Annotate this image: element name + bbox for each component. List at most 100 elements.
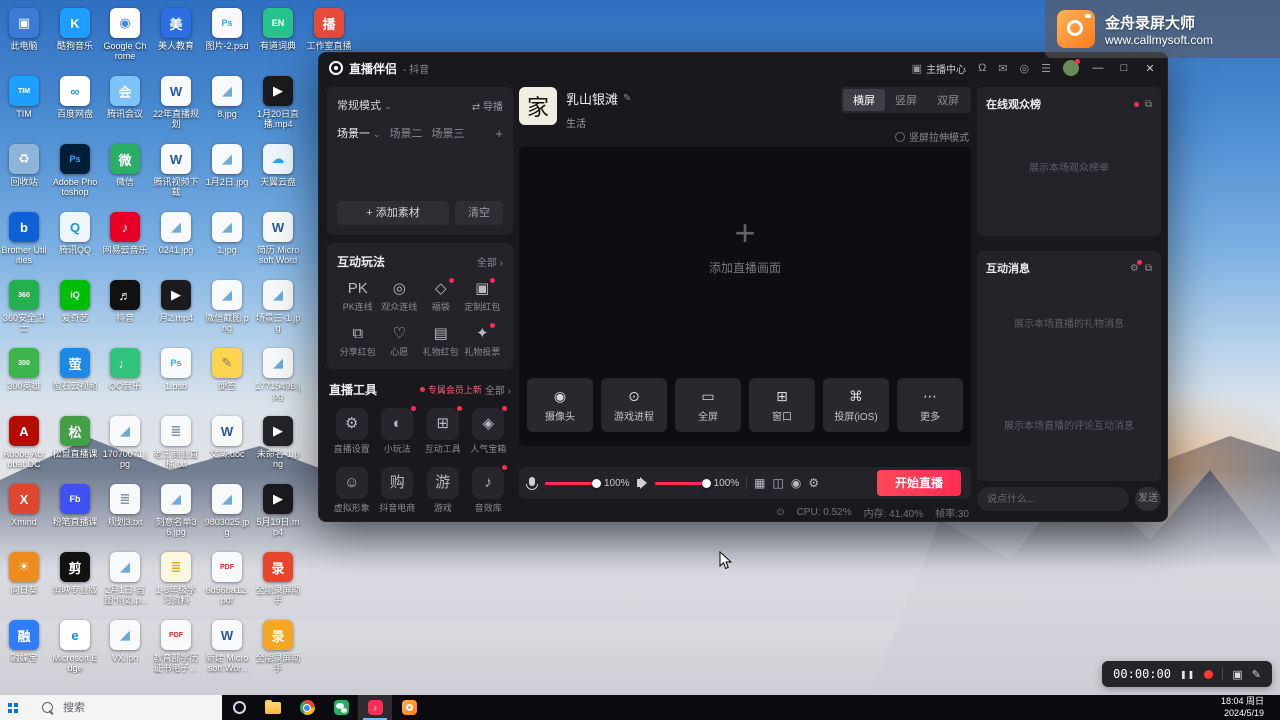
window-titlebar[interactable]: 直播伴侣 - 抖音 ▣主播中心 Ω ✉ ◎ ☰ — □ ✕ bbox=[319, 53, 1167, 83]
speaker-volume-slider[interactable] bbox=[655, 482, 707, 485]
desktop-icon[interactable]: ◢刻意名单36.jpg bbox=[153, 484, 199, 538]
desktop-icon[interactable]: 300300英雄 bbox=[1, 348, 47, 391]
speaker-icon[interactable] bbox=[637, 479, 641, 487]
desktop-icon[interactable]: ▶未命名-1.png bbox=[255, 416, 301, 470]
search-input[interactable] bbox=[61, 701, 185, 715]
desktop-icon[interactable]: ◢0241.jpg bbox=[153, 212, 199, 255]
interact-item[interactable]: ▣定制红包 bbox=[462, 280, 504, 313]
desktop-icon[interactable]: ♩QQ音乐 bbox=[102, 348, 148, 391]
chat-input[interactable] bbox=[977, 487, 1129, 511]
source-button[interactable]: ⊞窗口 bbox=[749, 378, 815, 432]
desktop-icon[interactable]: ∞百度网盘 bbox=[52, 76, 98, 119]
desktop-icon[interactable]: 播工作室直播 bbox=[306, 8, 352, 51]
desktop-icon[interactable]: ♬抖音 bbox=[102, 280, 148, 323]
desktop-icon[interactable]: ◢2月1日-首图卡(2).png bbox=[102, 552, 148, 606]
desktop-icon[interactable]: ▣此电脑 bbox=[1, 8, 47, 51]
desktop-icon[interactable]: 会腾讯会议 bbox=[102, 76, 148, 119]
desktop-icon[interactable]: 松松鼠直播课 bbox=[52, 416, 98, 459]
mic-volume-slider[interactable] bbox=[545, 482, 597, 485]
interact-all-link[interactable]: 全部 › bbox=[477, 254, 503, 269]
desktop-icon[interactable]: 萤萤石云视频 bbox=[52, 348, 98, 391]
taskbar-cortana[interactable] bbox=[222, 695, 256, 720]
send-button[interactable]: 发送 bbox=[1135, 487, 1161, 511]
desktop-icon[interactable]: 融融媒宝 bbox=[1, 620, 47, 663]
desktop-icon[interactable]: W简历 Microsoft Word bbox=[255, 212, 301, 266]
add-scene-icon[interactable]: + bbox=[495, 126, 503, 141]
desktop-icon[interactable]: ✎便签 bbox=[204, 348, 250, 391]
tool-item[interactable]: 购抖音电商 bbox=[375, 467, 421, 514]
source-button[interactable]: ⋯更多 bbox=[897, 378, 963, 432]
desktop-icon[interactable]: ◉Google Chrome bbox=[102, 8, 148, 62]
taskbar-live-companion[interactable]: ♪ bbox=[358, 695, 392, 720]
screenshot-icon[interactable]: ▣ bbox=[1232, 668, 1242, 681]
orientation-tab[interactable]: 双屏 bbox=[927, 89, 969, 111]
menu-icon[interactable]: ☰ bbox=[1041, 62, 1051, 75]
director-toggle[interactable]: ⇄ 导播 bbox=[472, 98, 503, 113]
annotate-icon[interactable]: ✎ bbox=[1252, 668, 1261, 681]
tool-item[interactable]: ◈人气宝箱 bbox=[466, 408, 512, 455]
scene-tab[interactable]: 场景二 bbox=[390, 125, 423, 141]
screen-share-icon[interactable]: ◫ bbox=[773, 476, 784, 490]
taskbar-wechat[interactable] bbox=[324, 695, 358, 720]
interact-item[interactable]: ◎观众连线 bbox=[379, 280, 421, 313]
desktop-icon[interactable]: ≣老王商业直播.txt bbox=[153, 416, 199, 470]
desktop-icon[interactable]: Q腾讯QQ bbox=[52, 212, 98, 255]
desktop-icon[interactable]: PDF6d56ba12.pdf bbox=[204, 552, 250, 606]
tool-item[interactable]: ◐小玩法 bbox=[375, 408, 421, 455]
desktop-icon[interactable]: 360360安全卫士 bbox=[1, 280, 47, 334]
headset-icon[interactable]: Ω bbox=[978, 62, 986, 74]
live-preview-area[interactable]: + 添加直播画面 ◉摄像头⊙游戏进程▭全屏⊞窗口⌘投屏(iOS)⋯更多 bbox=[519, 147, 971, 446]
clear-button[interactable]: 清空 bbox=[455, 201, 503, 225]
camera-icon[interactable]: ◉ bbox=[791, 476, 801, 490]
desktop-icon[interactable]: bBrother Utilities bbox=[1, 212, 47, 266]
interact-item[interactable]: ◇福袋 bbox=[420, 280, 462, 313]
orientation-tab[interactable]: 竖屏 bbox=[885, 89, 927, 111]
interact-item[interactable]: ⧉分享红包 bbox=[337, 325, 379, 358]
desktop-icon[interactable]: ◢17070071.jpg bbox=[102, 416, 148, 470]
anchor-center-button[interactable]: ▣主播中心 bbox=[912, 61, 966, 76]
desktop-icon[interactable]: ◢场景三-1.jpg bbox=[255, 280, 301, 334]
interact-item[interactable]: ▤礼物红包 bbox=[420, 325, 462, 358]
taskbar-search[interactable] bbox=[0, 695, 222, 720]
feedback-icon[interactable]: ◎ bbox=[1020, 62, 1030, 75]
desktop-icon[interactable]: PsAdobe Photoshop bbox=[52, 144, 98, 198]
desktop-icon[interactable]: 录全能录屏助手 bbox=[255, 620, 301, 674]
desktop-icon[interactable]: ◢8.jpg bbox=[204, 76, 250, 119]
stretch-mode-option[interactable]: 竖屏拉伸模式 bbox=[895, 129, 969, 144]
scene-tab[interactable]: 场景三 bbox=[432, 125, 465, 141]
desktop-icon[interactable]: EN有道词典 bbox=[255, 8, 301, 51]
add-material-button[interactable]: + 添加素材 bbox=[337, 201, 449, 225]
tool-item[interactable]: ⊞互动工具 bbox=[420, 408, 466, 455]
desktop-icon[interactable]: W腾讯视频下载 bbox=[153, 144, 199, 198]
interact-item[interactable]: ♡心愿 bbox=[379, 325, 421, 358]
desktop-icon[interactable]: PDF教育部学历证书电子注册备案表 bbox=[153, 620, 199, 674]
tool-item[interactable]: ♪音效库 bbox=[466, 467, 512, 514]
desktop-icon[interactable]: ◢9803025.jpg bbox=[204, 484, 250, 538]
message-settings-icon[interactable]: ⚙ bbox=[1130, 263, 1139, 274]
desktop-icon[interactable]: ◢1.jpg bbox=[204, 212, 250, 255]
tool-item[interactable]: 游游戏 bbox=[420, 467, 466, 514]
desktop-icon[interactable]: XXmind bbox=[1, 484, 47, 527]
pause-icon[interactable]: ❚❚ bbox=[1180, 670, 1195, 679]
taskbar-chrome[interactable] bbox=[290, 695, 324, 720]
desktop-icon[interactable]: ▶1月20日直播.mp4 bbox=[255, 76, 301, 130]
popout-icon[interactable]: ⧉ bbox=[1145, 99, 1152, 110]
desktop-icon[interactable]: Ps图片-2.psd bbox=[204, 8, 250, 51]
desktop-icon[interactable]: Ps1.psd bbox=[153, 348, 199, 391]
desktop-icon[interactable]: ≣规划3.txt bbox=[102, 484, 148, 527]
source-button[interactable]: ⌘投屏(iOS) bbox=[823, 378, 889, 432]
interact-item[interactable]: ✦礼物投票 bbox=[462, 325, 504, 358]
edit-icon[interactable]: ✎ bbox=[623, 93, 631, 104]
desktop-icon[interactable]: ☀向日葵 bbox=[1, 552, 47, 595]
desktop-icon[interactable]: ◢微信截图.png bbox=[204, 280, 250, 334]
user-avatar[interactable] bbox=[1063, 60, 1079, 76]
windows-start-icon[interactable] bbox=[8, 703, 18, 713]
source-button[interactable]: ◉摄像头 bbox=[527, 378, 593, 432]
desktop-icon[interactable]: 录全能录屏助手 bbox=[255, 552, 301, 606]
beauty-icon[interactable]: ▦ bbox=[754, 476, 765, 490]
start-live-button[interactable]: 开始直播 bbox=[877, 470, 961, 496]
minimize-button[interactable]: — bbox=[1091, 62, 1105, 74]
taskbar-recorder[interactable] bbox=[392, 695, 426, 720]
popout-icon[interactable]: ⧉ bbox=[1145, 263, 1152, 274]
source-button[interactable]: ⊙游戏进程 bbox=[601, 378, 667, 432]
